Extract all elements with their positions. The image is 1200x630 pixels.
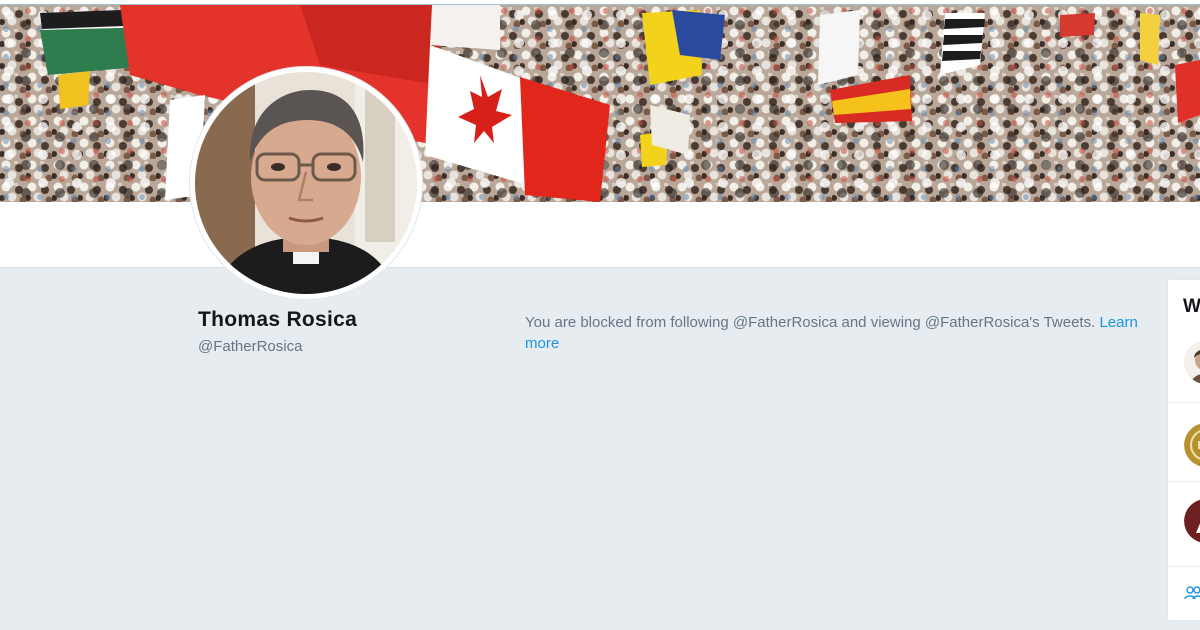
profile-page: Thomas Rosica @FatherRosica You are bloc… (0, 0, 1200, 630)
profile-nav-bar (0, 202, 1200, 268)
suggestion-avatar-2[interactable] (1184, 423, 1200, 467)
suggestion-divider (1168, 402, 1200, 403)
blocked-message: You are blocked from following @FatherRo… (525, 314, 1100, 331)
suggestion-divider (1168, 481, 1200, 482)
suggestion-avatar-1[interactable] (1184, 340, 1200, 384)
people-icon[interactable] (1184, 585, 1200, 601)
profile-handle[interactable]: @FatherRosica (198, 338, 302, 355)
suggestion-avatar-3[interactable] (1184, 499, 1200, 543)
profile-name[interactable]: Thomas Rosica (198, 308, 357, 332)
profile-avatar[interactable] (190, 67, 422, 299)
who-to-follow-card: W (1167, 279, 1200, 621)
blocked-notice: You are blocked from following @FatherRo… (525, 312, 1165, 354)
suggestion-divider (1168, 566, 1200, 567)
header-banner-photo (0, 5, 1200, 202)
who-to-follow-title: W (1183, 296, 1200, 317)
